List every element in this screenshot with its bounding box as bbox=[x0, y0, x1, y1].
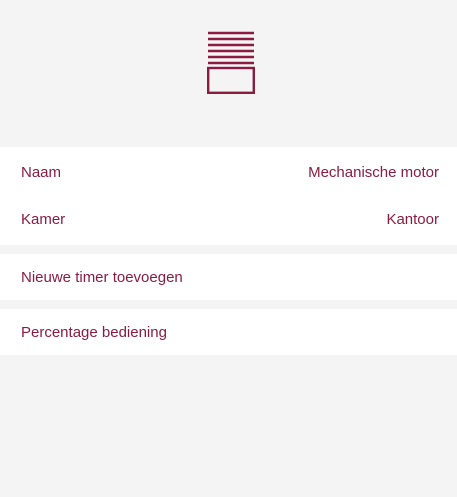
name-label: Naam bbox=[21, 164, 62, 181]
percentage-control-label: Percentage bediening bbox=[21, 323, 167, 341]
percentage-control-row[interactable]: Percentage bediening bbox=[0, 324, 457, 341]
roller-shutter-icon bbox=[207, 31, 255, 94]
name-value: Mechanische motor bbox=[308, 164, 439, 181]
name-row: Naam Mechanische motor bbox=[0, 149, 457, 196]
room-row: Kamer Kantoor bbox=[0, 196, 457, 243]
room-value: Kantoor bbox=[386, 211, 439, 228]
room-label: Kamer bbox=[21, 211, 66, 228]
device-header bbox=[0, 0, 457, 147]
percentage-control-section[interactable]: Percentage bediening bbox=[0, 309, 457, 355]
add-timer-label: Nieuwe timer toevoegen bbox=[21, 268, 183, 286]
device-info-section: Naam Mechanische motor Kamer Kantoor bbox=[0, 147, 457, 245]
add-timer-section[interactable]: Nieuwe timer toevoegen bbox=[0, 254, 457, 300]
add-timer-row[interactable]: Nieuwe timer toevoegen bbox=[0, 269, 457, 286]
